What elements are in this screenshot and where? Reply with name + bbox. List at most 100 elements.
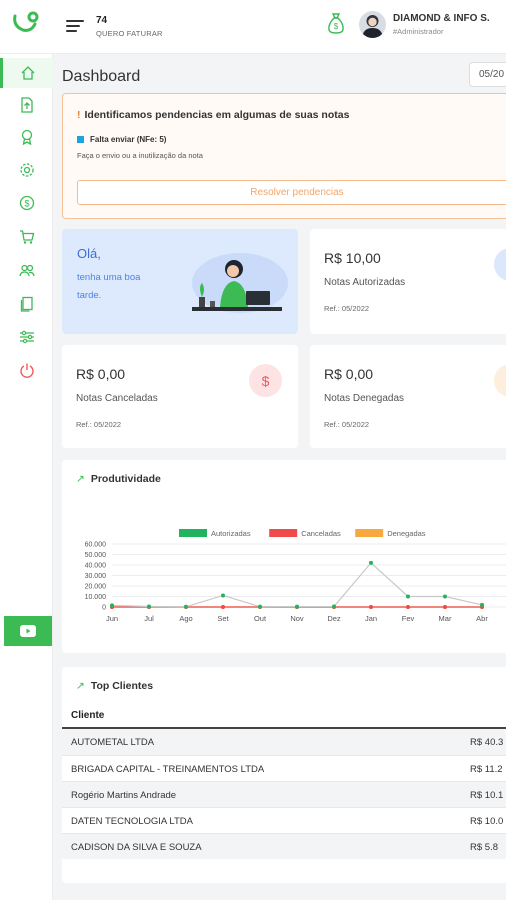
date-filter-input[interactable]: 05/20 — [469, 62, 506, 87]
invoice-upload-icon — [20, 97, 33, 113]
denied-notes-card: R$ 0,00 Notas Denegadas Ref.: 05/2022 — [310, 345, 506, 448]
cancelled-notes-card: R$ 0,00 Notas Canceladas Ref.: 05/2022 $ — [62, 345, 298, 448]
x-tick-label: Set — [217, 614, 229, 623]
stat-ref: Ref.: 05/2022 — [324, 420, 370, 429]
youtube-button[interactable] — [4, 616, 52, 646]
legend-swatch — [269, 529, 298, 537]
sidebar: $ — [0, 54, 53, 900]
sidebar-item-settings[interactable] — [0, 155, 53, 185]
y-tick-label: 0 — [102, 605, 106, 612]
dollar-icon: $ — [19, 195, 34, 211]
top-bar: 74 QUERO FATURAR $ DIAMOND & INFO S. #Ad… — [0, 0, 506, 54]
table-row[interactable]: Rogério Martins Andrade R$ 10.1 — [62, 781, 506, 807]
user-role: #Administrador — [393, 27, 444, 36]
data-point — [369, 560, 373, 565]
authorized-badge-icon — [494, 248, 506, 281]
logo-icon[interactable] — [11, 10, 39, 34]
square-bullet-icon — [77, 136, 84, 143]
dollar-badge-icon: $ — [249, 364, 282, 397]
data-point — [147, 604, 151, 609]
client-amount: R$ 5.8 — [470, 842, 498, 853]
data-point — [480, 602, 484, 607]
menu-toggle-button[interactable] — [66, 20, 84, 34]
page-title: Dashboard — [62, 68, 141, 85]
svg-text:$: $ — [334, 22, 339, 31]
greeting-message: tenha uma boa tarde. — [77, 272, 141, 301]
table-row[interactable]: AUTOMETAL LTDA R$ 40.3 — [62, 729, 506, 755]
user-name[interactable]: DIAMOND & INFO S. — [393, 13, 490, 24]
company-name: QUERO FATURAR — [96, 29, 163, 38]
stat-ref: Ref.: 05/2022 — [76, 420, 122, 429]
stat-value: R$ 0,00 — [324, 366, 374, 382]
sidebar-item-finance[interactable]: $ — [0, 188, 53, 218]
stat-value: R$ 10,00 — [324, 250, 381, 266]
sidebar-item-home[interactable] — [0, 58, 53, 88]
sidebar-item-documents[interactable] — [0, 289, 53, 319]
data-point — [332, 604, 336, 609]
client-name: BRIGADA CAPITAL - TREINAMENTOS LTDA — [71, 764, 265, 775]
pending-alert: ! Identificamos pendencias em algumas de … — [62, 93, 506, 219]
sidebar-item-cart[interactable] — [0, 222, 53, 252]
client-amount: R$ 10.0 — [470, 816, 504, 827]
legend-label: Denegadas — [387, 529, 426, 538]
x-tick-label: Fev — [402, 614, 415, 623]
legend-label: Canceladas — [301, 529, 341, 538]
sidebar-item-tools[interactable] — [0, 322, 53, 352]
top-clients-card: ↗ Top Clientes Cliente AUTOMETAL LTDA R$ 4… — [62, 667, 506, 883]
data-point — [443, 605, 447, 609]
data-point — [406, 605, 410, 609]
data-point — [110, 603, 114, 608]
x-tick-label: Out — [254, 614, 267, 623]
series-line — [111, 562, 483, 608]
table-row[interactable]: BRIGADA CAPITAL - TREINAMENTOS LTDA R$ 11… — [62, 755, 506, 781]
legend-swatch — [355, 529, 384, 537]
data-point — [221, 593, 225, 598]
home-icon — [21, 66, 35, 80]
x-tick-label: Mar — [439, 614, 452, 623]
data-point — [295, 604, 299, 609]
y-tick-label: 50.000 — [85, 552, 107, 559]
x-tick-label: Jun — [106, 614, 118, 623]
y-tick-label: 60.000 — [85, 542, 107, 549]
avatar[interactable] — [359, 11, 386, 38]
data-point — [406, 594, 410, 599]
woman-at-desk-illustration — [192, 253, 288, 313]
top-clients-title: ↗ Top Clientes — [76, 680, 154, 692]
client-name: AUTOMETAL LTDA — [71, 737, 155, 748]
x-tick-label: Ago — [179, 614, 192, 623]
stat-value: R$ 0,00 — [76, 366, 126, 382]
welcome-card: Olá, tenha uma boa tarde. — [62, 229, 298, 334]
legend-label: Autorizadas — [211, 529, 251, 538]
stat-label: Notas Canceladas — [76, 393, 158, 404]
y-tick-label: 10.000 — [85, 594, 107, 601]
sidebar-item-certificate[interactable] — [0, 122, 53, 152]
power-icon — [19, 363, 34, 378]
sliders-icon — [19, 330, 34, 344]
cart-icon — [19, 230, 34, 244]
company-number: 74 — [96, 15, 108, 26]
money-bag-icon[interactable]: $ — [327, 12, 345, 34]
data-point — [221, 605, 225, 609]
data-point — [258, 604, 262, 609]
data-point — [443, 594, 447, 599]
alert-item: Falta enviar (NFe: 5) — [77, 135, 166, 144]
sidebar-item-users[interactable] — [0, 255, 53, 285]
trend-icon: ↗ — [76, 680, 85, 692]
users-icon — [18, 264, 35, 277]
sidebar-item-invoices[interactable] — [0, 90, 53, 120]
youtube-icon — [20, 625, 36, 637]
resolve-pending-button[interactable]: Resolver pendencias — [77, 180, 506, 205]
x-tick-label: Jan — [365, 614, 377, 623]
client-name: DATEN TECNOLOGIA LTDA — [71, 816, 193, 827]
data-point — [184, 604, 188, 609]
sidebar-item-logout[interactable] — [0, 355, 53, 385]
table-row[interactable]: CADISON DA SILVA E SOUZA R$ 5.8 — [62, 833, 506, 859]
award-icon — [21, 129, 32, 145]
stat-ref: Ref.: 05/2022 — [324, 304, 370, 313]
alert-subtitle: Faça o envio ou a inutilização da nota — [77, 151, 203, 160]
stat-label: Notas Denegadas — [324, 393, 405, 404]
data-point — [369, 605, 373, 609]
settings-icon — [19, 163, 34, 177]
x-tick-label: Abr — [476, 614, 488, 623]
table-row[interactable]: DATEN TECNOLOGIA LTDA R$ 10.0 — [62, 807, 506, 833]
